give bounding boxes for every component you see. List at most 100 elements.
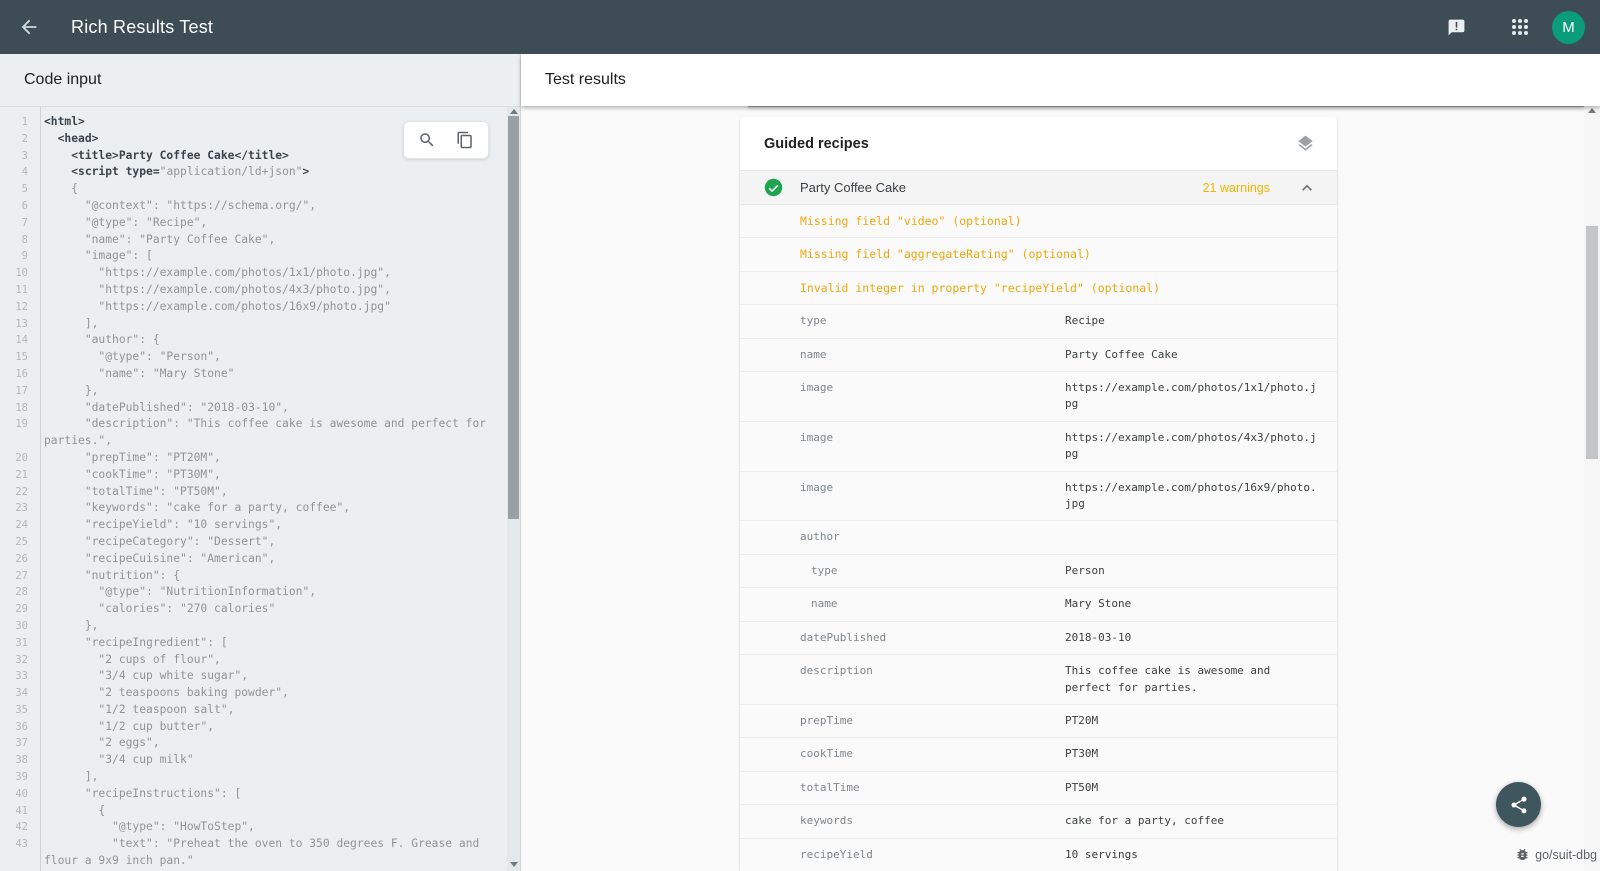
share-button[interactable]: [1496, 782, 1541, 827]
line-number: 38: [0, 752, 34, 769]
property-key: image: [800, 380, 1065, 413]
search-icon[interactable]: [418, 131, 436, 149]
code-line: 29 "calories": "270 calories": [0, 601, 520, 618]
line-text: "author": {: [34, 332, 507, 349]
code-line: 26 "recipeCuisine": "American",: [0, 551, 520, 568]
line-text: "@context": "https://schema.org/",: [34, 198, 507, 215]
feedback-icon[interactable]: [1446, 17, 1466, 37]
line-text: "https://example.com/photos/4x3/photo.jp…: [34, 282, 507, 299]
code-line: 16 "name": "Mary Stone": [0, 366, 520, 383]
scrollbar-up-icon[interactable]: [507, 107, 520, 116]
code-line: 33 "3/4 cup white sugar",: [0, 668, 520, 685]
line-number: 40: [0, 786, 34, 803]
avatar[interactable]: M: [1552, 11, 1585, 44]
code-scrollbar[interactable]: [507, 107, 520, 871]
line-number: 7: [0, 215, 34, 232]
result-detail-row: type Person: [740, 555, 1337, 588]
property-key: image: [800, 430, 1065, 463]
code-input-header: Code input: [0, 54, 520, 107]
line-text: <script type="application/ld+json">: [34, 164, 507, 181]
line-text: "https://example.com/photos/16x9/photo.j…: [34, 299, 507, 316]
scrollbar-down-icon[interactable]: [507, 860, 520, 869]
line-text: ],: [34, 316, 507, 333]
code-line: 39 ],: [0, 769, 520, 786]
property-key: name: [800, 596, 1065, 612]
line-number: 25: [0, 534, 34, 551]
line-number: 37: [0, 735, 34, 752]
code-line: 38 "3/4 cup milk": [0, 752, 520, 769]
line-number: 33: [0, 668, 34, 685]
check-circle-icon: [764, 178, 783, 197]
property-key: totalTime: [800, 780, 1065, 796]
line-number: 32: [0, 652, 34, 669]
test-results-content: Guided recipes Party Coffee Cake 21 warn…: [521, 106, 1600, 871]
line-text: "calories": "270 calories": [34, 601, 507, 618]
copy-icon[interactable]: [456, 131, 474, 149]
code-editor[interactable]: 1 <html> 2 <head> 3 <title>Party Coffee …: [0, 107, 520, 871]
top-app-bar: Rich Results Test M: [0, 0, 1600, 54]
result-detail-row: image https://example.com/photos/16x9/ph…: [740, 472, 1337, 522]
property-value: Recipe: [1065, 313, 1317, 329]
result-detail-row: totalTime PT50M: [740, 772, 1337, 805]
code-line: 15 "@type": "Person",: [0, 349, 520, 366]
line-number: 11: [0, 282, 34, 299]
scrollbar-up-icon[interactable]: [1584, 106, 1600, 115]
line-text: "2 eggs",: [34, 735, 507, 752]
code-line: 8 "name": "Party Coffee Cake",: [0, 232, 520, 249]
recipe-result-row[interactable]: Party Coffee Cake 21 warnings: [740, 171, 1337, 205]
line-number: 1: [0, 114, 34, 131]
code-line: 25 "recipeCategory": "Dessert",: [0, 534, 520, 551]
warning-text[interactable]: Missing field "video" (optional): [800, 213, 1022, 229]
line-number: 4: [0, 164, 34, 181]
code-line: 35 "1/2 teaspoon salt",: [0, 702, 520, 719]
recipe-name: Party Coffee Cake: [800, 180, 906, 195]
apps-grid-icon[interactable]: [1510, 17, 1530, 37]
line-number: 20: [0, 450, 34, 467]
line-text: "totalTime": "PT50M",: [34, 484, 507, 501]
line-number: 6: [0, 198, 34, 215]
code-line: 10 "https://example.com/photos/1x1/photo…: [0, 265, 520, 282]
result-detail-row: image https://example.com/photos/1x1/pho…: [740, 372, 1337, 422]
line-number: 35: [0, 702, 34, 719]
debug-link[interactable]: go/suit-dbg: [1515, 847, 1597, 862]
property-key: datePublished: [800, 630, 1065, 646]
property-key: image: [800, 480, 1065, 513]
line-text: "text": "Preheat the oven to 350 degrees…: [34, 836, 507, 870]
code-line: 20 "prepTime": "PT20M",: [0, 450, 520, 467]
page-title: Rich Results Test: [71, 17, 213, 38]
line-text: {: [34, 803, 507, 820]
line-text: "recipeYield": "10 servings",: [34, 517, 507, 534]
result-detail-row: recipeYield 10 servings: [740, 839, 1337, 871]
chevron-up-icon[interactable]: [1297, 178, 1317, 198]
card-header: Guided recipes: [740, 117, 1337, 171]
code-line: 9 "image": [: [0, 248, 520, 265]
line-number: 8: [0, 232, 34, 249]
line-number: 42: [0, 819, 34, 836]
result-detail-row: Invalid integer in property "recipeYield…: [740, 272, 1337, 305]
bug-icon: [1515, 847, 1530, 862]
code-line: 32 "2 cups of flour",: [0, 652, 520, 669]
property-key: keywords: [800, 813, 1065, 829]
property-value: Person: [1065, 563, 1317, 579]
code-line: 21 "cookTime": "PT30M",: [0, 467, 520, 484]
code-scrollbar-thumb[interactable]: [508, 116, 519, 519]
warning-text[interactable]: Missing field "aggregateRating" (optiona…: [800, 246, 1091, 262]
code-line: 17 },: [0, 383, 520, 400]
property-value: https://example.com/photos/16x9/photo.jp…: [1065, 480, 1317, 513]
results-scrollbar[interactable]: [1584, 106, 1600, 871]
line-text: "1/2 teaspoon salt",: [34, 702, 507, 719]
results-scrollbar-thumb[interactable]: [1586, 226, 1598, 459]
gutter-divider: [40, 107, 41, 871]
code-line: 30 },: [0, 618, 520, 635]
code-line: 24 "recipeYield": "10 servings",: [0, 517, 520, 534]
warning-text[interactable]: Invalid integer in property "recipeYield…: [800, 280, 1160, 296]
line-number: 39: [0, 769, 34, 786]
line-number: 23: [0, 500, 34, 517]
code-line: 41 {: [0, 803, 520, 820]
line-number: 18: [0, 400, 34, 417]
result-detail-row: author: [740, 521, 1337, 554]
back-arrow-icon[interactable]: [17, 15, 41, 39]
line-number: 13: [0, 316, 34, 333]
line-number: 2: [0, 131, 34, 148]
result-detail-row: type Recipe: [740, 305, 1337, 338]
